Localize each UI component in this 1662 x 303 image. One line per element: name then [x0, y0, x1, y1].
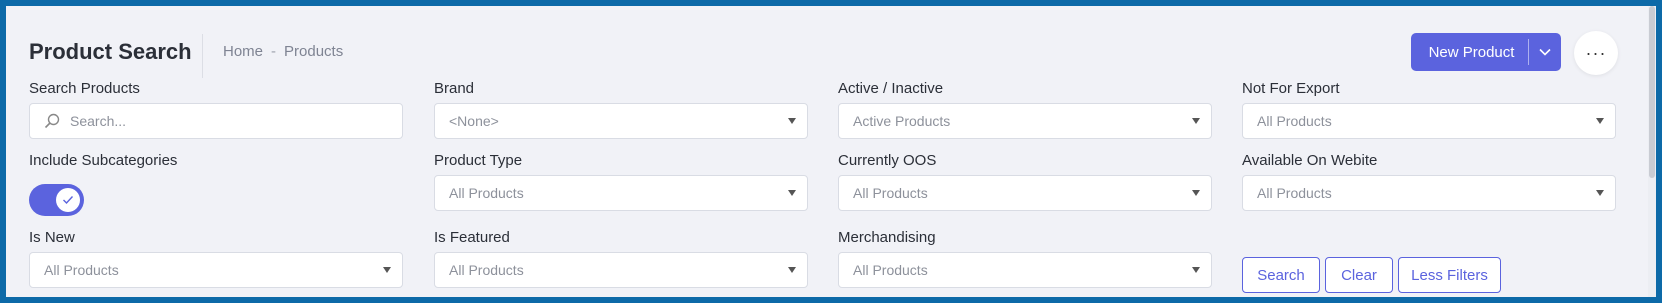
available-on-website-select[interactable]: All Products: [1242, 175, 1616, 211]
include-subcategories-toggle[interactable]: [29, 184, 84, 216]
new-product-button[interactable]: New Product: [1411, 33, 1561, 71]
clear-button[interactable]: Clear: [1325, 257, 1393, 293]
search-placeholder: Search...: [70, 113, 127, 129]
active-inactive-value: Active Products: [853, 113, 951, 129]
brand-select[interactable]: <None>: [434, 103, 808, 139]
dropdown-arrow-icon: [788, 190, 796, 196]
page-title: Product Search: [29, 39, 192, 64]
is-new-select[interactable]: All Products: [29, 252, 403, 288]
is-featured-value: All Products: [449, 262, 524, 278]
page-scrollbar[interactable]: [1648, 6, 1656, 297]
is-new-label: Is New: [29, 229, 75, 246]
include-subcategories-label: Include Subcategories: [29, 152, 178, 169]
search-products-label: Search Products: [29, 80, 140, 97]
search-input[interactable]: Search...: [29, 103, 403, 139]
active-inactive-label: Active / Inactive: [838, 80, 944, 97]
check-icon: [63, 196, 74, 205]
dropdown-arrow-icon: [1192, 267, 1200, 273]
dropdown-arrow-icon: [788, 118, 796, 124]
is-new-value: All Products: [44, 262, 119, 278]
more-icon: ···: [1585, 42, 1607, 63]
new-product-label[interactable]: New Product: [1411, 44, 1528, 61]
app-frame: Product Search Home - Products New Produ…: [6, 6, 1656, 297]
breadcrumb: Home - Products: [223, 43, 343, 60]
brand-label: Brand: [434, 80, 475, 97]
active-inactive-select[interactable]: Active Products: [838, 103, 1212, 139]
currently-oos-label: Currently OOS: [838, 152, 937, 169]
dropdown-arrow-icon: [1596, 118, 1604, 124]
dropdown-arrow-icon: [1192, 190, 1200, 196]
product-type-select[interactable]: All Products: [434, 175, 808, 211]
title-divider: [202, 34, 203, 78]
not-for-export-select[interactable]: All Products: [1242, 103, 1616, 139]
dropdown-arrow-icon: [1596, 190, 1604, 196]
merchandising-value: All Products: [853, 262, 928, 278]
is-featured-select[interactable]: All Products: [434, 252, 808, 288]
product-type-label: Product Type: [434, 152, 523, 169]
less-filters-button[interactable]: Less Filters: [1398, 257, 1501, 293]
search-icon: [44, 113, 60, 129]
dropdown-arrow-icon: [383, 267, 391, 273]
chevron-down-icon[interactable]: [1529, 48, 1561, 56]
currently-oos-value: All Products: [853, 185, 928, 201]
is-featured-label: Is Featured: [434, 229, 510, 246]
toggle-knob: [56, 188, 80, 212]
available-on-website-value: All Products: [1257, 185, 1332, 201]
more-options-button[interactable]: ···: [1574, 31, 1618, 75]
merchandising-select[interactable]: All Products: [838, 252, 1212, 288]
dropdown-arrow-icon: [1192, 118, 1200, 124]
not-for-export-value: All Products: [1257, 113, 1332, 129]
breadcrumb-products: Products: [284, 43, 344, 60]
scrollbar-thumb[interactable]: [1649, 6, 1655, 178]
product-type-value: All Products: [449, 185, 524, 201]
brand-value: <None>: [449, 113, 499, 129]
currently-oos-select[interactable]: All Products: [838, 175, 1212, 211]
breadcrumb-separator: -: [271, 43, 277, 60]
not-for-export-label: Not For Export: [1242, 80, 1340, 97]
dropdown-arrow-icon: [788, 267, 796, 273]
available-on-website-label: Available On Webite: [1242, 152, 1378, 169]
search-button[interactable]: Search: [1242, 257, 1320, 293]
breadcrumb-home[interactable]: Home: [223, 43, 263, 60]
merchandising-label: Merchandising: [838, 229, 936, 246]
